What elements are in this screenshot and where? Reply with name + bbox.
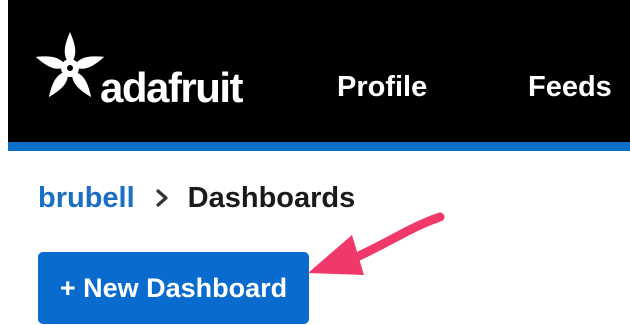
header-accent-stripe: [8, 142, 630, 151]
page: adafruit Profile Feeds brubell Dashboard…: [0, 0, 630, 325]
logo-wordmark: adafruit: [100, 64, 244, 111]
breadcrumb-user-link[interactable]: brubell: [38, 180, 135, 216]
adafruit-star-flower-icon: [35, 32, 105, 98]
nav-profile-link[interactable]: Profile: [337, 70, 427, 104]
new-dashboard-button[interactable]: + New Dashboard: [38, 252, 309, 324]
nav-feeds-link[interactable]: Feeds: [528, 70, 612, 104]
pointer-arrow-icon: [308, 212, 445, 275]
chevron-right-icon: [156, 189, 168, 207]
